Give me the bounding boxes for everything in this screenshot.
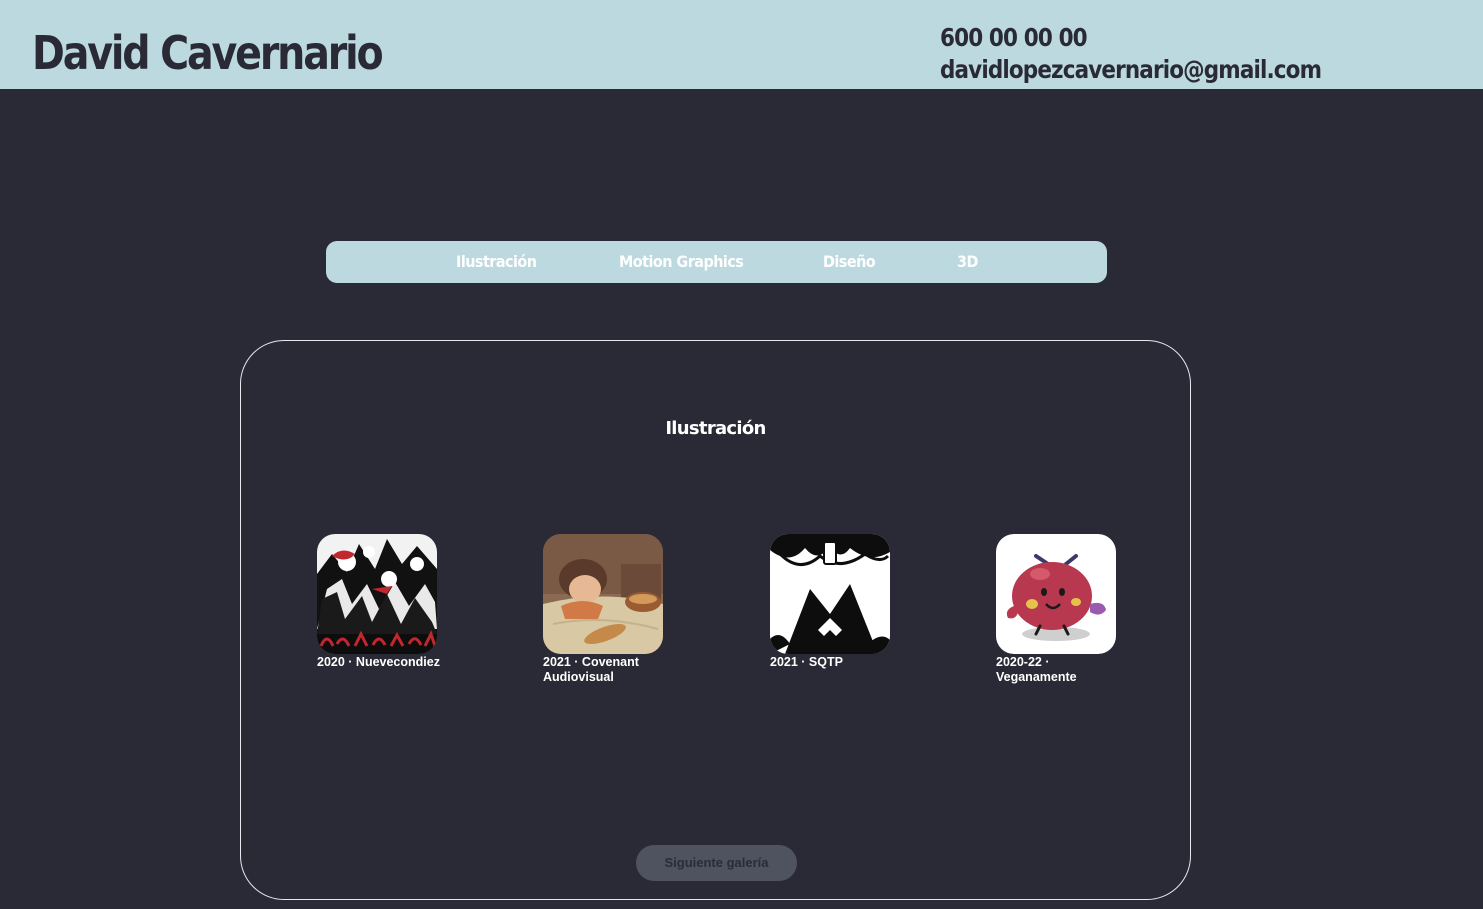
- gallery-caption: 2021 · SQTP: [770, 655, 843, 669]
- site-title: David Cavernario: [32, 26, 384, 80]
- phone-number: 600 00 00 00: [940, 23, 1088, 52]
- gallery-item-veganamente[interactable]: 2020-22 · Veganamente: [996, 534, 1126, 685]
- gallery-item-covenant[interactable]: 2021 · Covenant Audiovisual: [543, 534, 673, 685]
- gallery-caption: 2020 · Nuevecondiez: [317, 655, 440, 669]
- category-nav: Ilustración Motion Graphics Diseño 3D: [326, 241, 1107, 283]
- gallery-title: Ilustración: [665, 418, 766, 439]
- thumbnail-covenant[interactable]: [543, 534, 663, 654]
- nav-item-motion-graphics[interactable]: Motion Graphics: [619, 252, 744, 272]
- email-address[interactable]: davidlopezcavernario@gmail.com: [940, 54, 1322, 86]
- gallery-item-nuevecondiez[interactable]: 2020 · Nuevecondiez: [317, 534, 447, 670]
- next-gallery-button[interactable]: Siguiente galería: [636, 845, 797, 881]
- gallery-caption: 2021 · Covenant Audiovisual: [543, 655, 639, 684]
- thumbnail-nuevecondiez[interactable]: [317, 534, 437, 654]
- nav-item-3d[interactable]: 3D: [957, 252, 978, 272]
- gallery-caption: 2020-22 · Veganamente: [996, 655, 1077, 684]
- gallery-panel: Ilustración 2020 · Nuevecondiez 2021 · C…: [240, 340, 1191, 900]
- thumbnail-sqtp[interactable]: [770, 534, 890, 654]
- gallery-item-sqtp[interactable]: 2021 · SQTP: [770, 534, 900, 670]
- site-header: David Cavernario 600 00 00 00 davidlopez…: [0, 0, 1483, 89]
- thumbnail-veganamente[interactable]: [996, 534, 1116, 654]
- contact-info: 600 00 00 00 davidlopezcavernario@gmail.…: [940, 22, 1322, 86]
- nav-item-ilustracion[interactable]: Ilustración: [456, 252, 537, 272]
- nav-item-diseno[interactable]: Diseño: [823, 252, 876, 272]
